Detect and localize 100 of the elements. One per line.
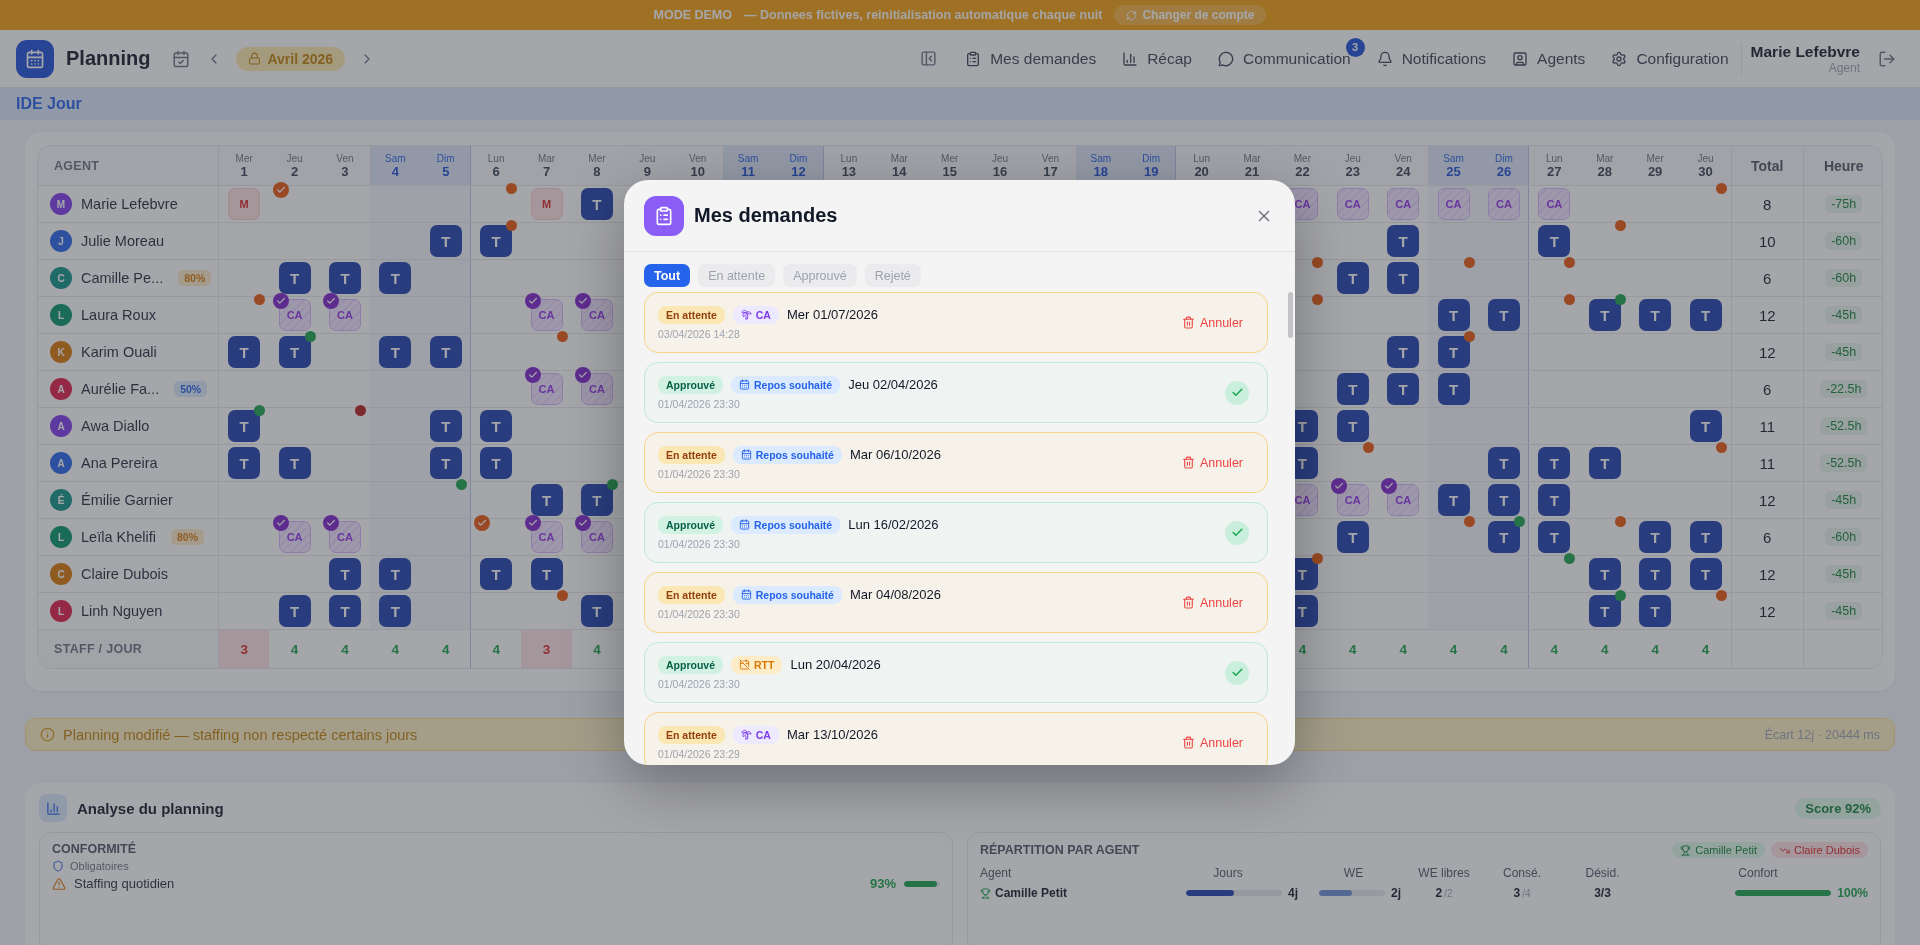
shift-block[interactable]: T	[580, 595, 613, 627]
filter-tab[interactable]: Rejeté	[864, 264, 921, 287]
weekend-cell[interactable]	[1478, 260, 1530, 297]
nav-link[interactable]: Agents	[1512, 49, 1586, 68]
shift-block[interactable]: T	[1487, 447, 1520, 479]
shift-block[interactable]: T	[1538, 484, 1571, 516]
nav-link[interactable]: Récap	[1122, 49, 1192, 68]
filter-tab[interactable]: Tout	[644, 264, 691, 287]
shift-block[interactable]: T	[1689, 558, 1722, 590]
shift-block[interactable]: T	[1387, 262, 1420, 294]
cancel-button[interactable]: Annuler	[1175, 594, 1249, 611]
shift-block[interactable]: T	[429, 225, 462, 257]
weekend-cell[interactable]	[420, 260, 471, 297]
cancel-button[interactable]: Annuler	[1175, 314, 1249, 331]
shift-block[interactable]: T	[429, 336, 462, 368]
weekend-cell[interactable]: T	[1428, 297, 1479, 334]
weekend-cell[interactable]	[1428, 223, 1479, 260]
shift-block[interactable]: T	[1538, 225, 1571, 257]
weekend-cell[interactable]: T	[1428, 334, 1479, 371]
shift-block[interactable]: T	[379, 558, 412, 590]
leave-block[interactable]: CA	[1336, 188, 1369, 220]
agent-name[interactable]: Julie Moreau	[81, 233, 164, 249]
shift-block[interactable]: T	[580, 188, 613, 220]
weekend-cell[interactable]: T	[1478, 297, 1530, 334]
shift-block[interactable]: T	[580, 484, 613, 516]
shift-block[interactable]: T	[429, 410, 462, 442]
shift-block[interactable]: T	[278, 336, 311, 368]
weekend-cell[interactable]	[420, 556, 471, 593]
nav-link[interactable]: Notifications	[1376, 49, 1487, 68]
agent-name[interactable]: Claire Dubois	[81, 566, 169, 582]
agent-name[interactable]: Émilie Garnier	[81, 492, 173, 508]
shift-block[interactable]: T	[480, 225, 513, 257]
shift-block[interactable]: T	[1588, 447, 1621, 479]
weekend-cell[interactable]: T	[1478, 445, 1530, 482]
shift-block[interactable]: T	[1487, 299, 1520, 331]
filter-tab[interactable]: Approuvé	[783, 264, 857, 287]
shift-block[interactable]: T	[1588, 595, 1621, 627]
weekend-cell[interactable]: T	[370, 260, 421, 297]
leave-block[interactable]: CA	[1437, 188, 1470, 220]
shift-block[interactable]: T	[530, 484, 563, 516]
filter-tab[interactable]: En attente	[698, 264, 776, 287]
shift-block[interactable]: T	[1639, 299, 1672, 331]
agent-name[interactable]: Marie Lefebvre	[81, 196, 178, 212]
leave-block[interactable]: CA	[1487, 188, 1520, 220]
agent-name[interactable]: Linh Nguyen	[81, 603, 163, 619]
shift-block[interactable]: T	[1689, 521, 1722, 553]
shift-block[interactable]: T	[1336, 521, 1369, 553]
weekend-cell[interactable]: T	[1428, 371, 1479, 408]
shift-block[interactable]: T	[278, 595, 311, 627]
weekend-cell[interactable]: T	[1478, 519, 1530, 556]
weekend-cell[interactable]	[1478, 556, 1530, 593]
weekend-cell[interactable]	[420, 186, 471, 223]
agent-name[interactable]: Camille Pe...	[81, 270, 164, 286]
weekend-cell[interactable]: T	[1428, 482, 1479, 519]
shift-block[interactable]: T	[429, 447, 462, 479]
scrollbar[interactable]	[1288, 292, 1293, 338]
shift-block[interactable]: T	[1336, 410, 1369, 442]
weekend-cell[interactable]	[1428, 519, 1479, 556]
shift-block[interactable]: T	[379, 336, 412, 368]
agent-name[interactable]: Karim Ouali	[81, 344, 157, 360]
shift-block[interactable]: T	[328, 558, 361, 590]
shift-block[interactable]: T	[1437, 484, 1470, 516]
shift-block[interactable]: T	[1437, 299, 1470, 331]
cancel-button[interactable]: Annuler	[1175, 734, 1249, 751]
shift-block[interactable]: T	[228, 447, 261, 479]
shift-block[interactable]: T	[1588, 299, 1621, 331]
shift-block[interactable]: T	[480, 447, 513, 479]
weekend-cell[interactable]	[420, 297, 471, 334]
shift-block[interactable]: T	[228, 336, 261, 368]
shift-block[interactable]: T	[379, 595, 412, 627]
shift-block[interactable]: T	[228, 410, 261, 442]
weekend-cell[interactable]	[420, 519, 471, 556]
shift-block[interactable]: T	[1639, 558, 1672, 590]
nav-link[interactable]: Configuration	[1611, 49, 1729, 68]
shift-block[interactable]: T	[328, 595, 361, 627]
weekend-cell[interactable]	[420, 371, 471, 408]
shift-block[interactable]: T	[278, 262, 311, 294]
shift-block[interactable]: T	[480, 410, 513, 442]
shift-block[interactable]: T	[328, 262, 361, 294]
shift-block[interactable]: T	[1487, 521, 1520, 553]
shift-block[interactable]: T	[480, 558, 513, 590]
leave-block[interactable]: CA	[1387, 188, 1420, 220]
weekend-cell[interactable]: T	[420, 223, 471, 260]
shift-block[interactable]: T	[1387, 373, 1420, 405]
shift-block[interactable]: T	[530, 558, 563, 590]
weekend-cell[interactable]: T	[420, 445, 471, 482]
weekend-cell[interactable]	[1478, 223, 1530, 260]
agent-name[interactable]: Ana Pereira	[81, 455, 158, 471]
shift-block[interactable]: T	[1639, 595, 1672, 627]
leave-block[interactable]: CA	[1387, 484, 1420, 516]
weekend-cell[interactable]	[420, 593, 471, 630]
weekend-cell[interactable]: T	[1478, 482, 1530, 519]
nav-link[interactable]: Mes demandes	[965, 49, 1097, 68]
shift-block[interactable]: T	[1387, 336, 1420, 368]
weekend-cell[interactable]: CA	[1428, 186, 1479, 223]
shift-block[interactable]: T	[1437, 336, 1470, 368]
sick-block[interactable]: M	[530, 188, 563, 220]
shift-block[interactable]: T	[1639, 521, 1672, 553]
cancel-button[interactable]: Annuler	[1175, 454, 1249, 471]
shift-block[interactable]: T	[1689, 299, 1722, 331]
